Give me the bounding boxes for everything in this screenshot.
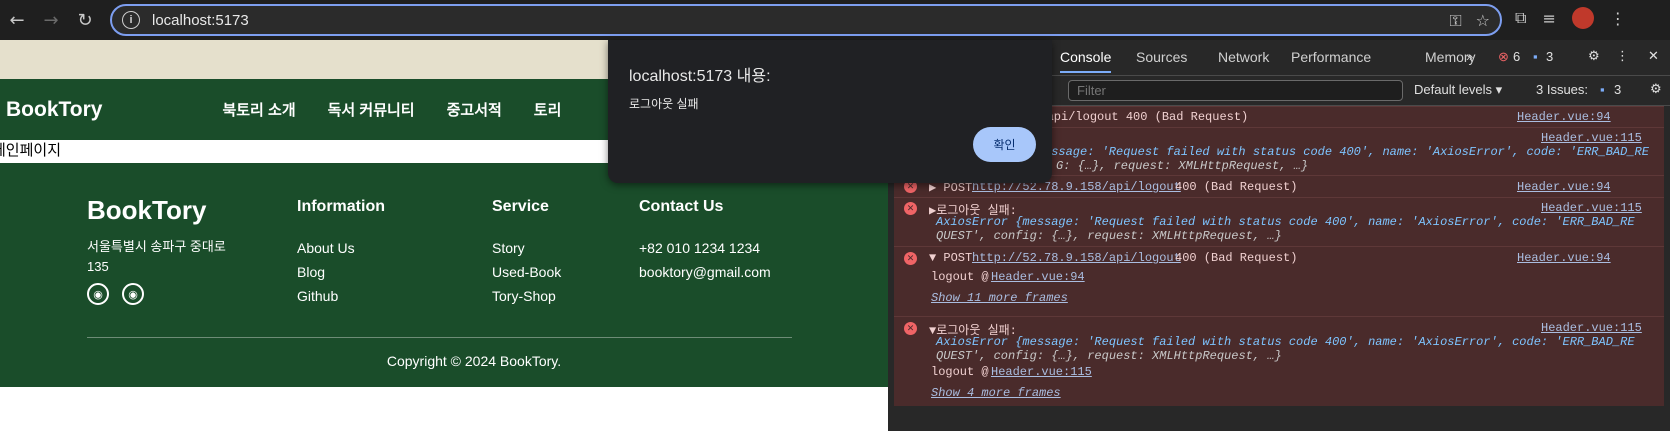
issues-badge-icon: ▪ (1600, 82, 1605, 97)
source-link[interactable]: Header.vue:94 (1517, 110, 1611, 124)
menu-item-about[interactable]: 북토리 소개 (222, 99, 295, 120)
copyright-text: Copyright © 2024 BookTory. (386, 353, 562, 369)
site-info-icon[interactable]: i (122, 11, 140, 29)
footer-col-title: Contact Us (639, 198, 724, 215)
console-row: ✕ ▶로그아웃 실패: Header.vue:115 AxiosError {m… (894, 197, 1664, 246)
devtools-menu-icon[interactable]: ⋮ (1616, 49, 1629, 64)
address-bar[interactable]: i localhost:5173 ⚿ ☆ (110, 4, 1502, 36)
request-url-link[interactable]: http://52.78.9.158/api/logout (972, 251, 1181, 265)
menu-kebab-icon[interactable]: ⋮ (1610, 9, 1626, 28)
error-icon: ✕ (904, 252, 917, 265)
media-icon[interactable]: ≡ (1542, 9, 1555, 28)
tab-performance[interactable]: Performance (1291, 49, 1371, 65)
profile-avatar[interactable] (1571, 7, 1594, 29)
github-icon[interactable]: ◉ (87, 283, 109, 305)
site-logo[interactable]: BookTory (6, 98, 102, 122)
tab-sources[interactable]: Sources (1136, 49, 1187, 65)
error-badge-icon: ⊗ (1498, 49, 1509, 64)
console-text: QUEST', config: {…}, request: XMLHttpReq… (936, 229, 1282, 243)
back-arrow-icon[interactable]: ← (4, 7, 30, 33)
console-filter-input[interactable] (1068, 80, 1403, 101)
console-text: AxiosError {message: 'Request failed wit… (936, 335, 1635, 349)
stack-frame: logout @ (931, 270, 989, 284)
message-badge-icon: ▪ (1533, 49, 1538, 64)
browser-toolbar: ← → ↻ i localhost:5173 ⚿ ☆ ⧉ ≡ ⋮ (0, 0, 1670, 40)
url-text[interactable]: localhost:5173 (152, 12, 249, 29)
alert-dialog: localhost:5173 내용: 로그아웃 실패 확인 (608, 40, 1052, 183)
bookmark-star-icon[interactable]: ☆ (1476, 11, 1490, 31)
source-link[interactable]: Header.vue:115 (1541, 321, 1642, 335)
tab-network[interactable]: Network (1218, 49, 1269, 65)
footer-col-title: Information (297, 198, 385, 215)
source-link[interactable]: Header.vue:94 (1517, 251, 1611, 265)
show-more-frames-link[interactable]: Show 11 more frames (931, 291, 1068, 305)
footer-divider (87, 337, 792, 338)
forward-arrow-icon[interactable]: → (38, 7, 64, 33)
footer-link[interactable]: Used-Book (492, 264, 561, 280)
console-text: QUEST', config: {…}, request: XMLHttpReq… (936, 349, 1282, 363)
tab-console[interactable]: Console (1060, 49, 1112, 73)
console-status: 400 (Bad Request) (1175, 251, 1298, 265)
console-row: ✕ ▼로그아웃 실패: Header.vue:115 AxiosError {m… (894, 316, 1664, 406)
settings-gear-icon[interactable]: ⚙ (1588, 49, 1600, 64)
stack-frame: logout @ (931, 365, 989, 379)
footer-link[interactable]: Tory-Shop (492, 288, 556, 304)
error-count[interactable]: 6 (1513, 49, 1520, 64)
footer-col-title: Service (492, 198, 549, 215)
more-tabs-icon[interactable]: » (1466, 49, 1473, 64)
console-method[interactable]: ▼ POST (929, 251, 972, 265)
footer-link[interactable]: Story (492, 240, 525, 256)
menu-item-tory[interactable]: 토리 (534, 99, 562, 120)
console-status: 400 (Bad Request) (1175, 180, 1298, 194)
stack-frame-link[interactable]: Header.vue:94 (991, 270, 1085, 284)
stack-frame-link[interactable]: Header.vue:115 (991, 365, 1092, 379)
menu-item-community[interactable]: 독서 커뮤니티 (328, 99, 415, 120)
error-icon: ✕ (904, 202, 917, 215)
site-footer: BookTory 서울특별시 송파구 중대로 135 ◉ ◉ Informati… (0, 163, 888, 387)
console-settings-icon[interactable]: ⚙ (1650, 82, 1662, 97)
footer-email[interactable]: booktory@gmail.com (639, 264, 771, 280)
source-link[interactable]: Header.vue:94 (1517, 180, 1611, 194)
extensions-icon[interactable]: ⧉ (1515, 8, 1526, 28)
close-icon[interactable]: ✕ (1648, 49, 1659, 64)
console-row: ✕ ▼ POST http://52.78.9.158/api/logout 4… (894, 246, 1664, 316)
reload-icon[interactable]: ↻ (72, 7, 98, 33)
log-levels-dropdown[interactable]: Default levels ▾ (1414, 82, 1502, 98)
footer-link[interactable]: About Us (297, 240, 355, 256)
error-icon: ✕ (904, 322, 917, 335)
footer-phone: +82 010 1234 1234 (639, 240, 761, 256)
footer-link[interactable]: Blog (297, 264, 325, 280)
footer-logo: BookTory (87, 195, 207, 225)
dialog-message: 로그아웃 실패 (629, 97, 699, 111)
footer-address: 서울특별시 송파구 중대로 135 (87, 239, 226, 274)
main-menu: 북토리 소개 독서 커뮤니티 중고서적 토리 (222, 99, 561, 120)
show-more-frames-link[interactable]: Show 4 more frames (931, 386, 1061, 400)
source-link[interactable]: Header.vue:115 (1541, 201, 1642, 215)
github-icon[interactable]: ◉ (122, 283, 144, 305)
key-icon[interactable]: ⚿ (1449, 11, 1461, 31)
source-link[interactable]: Header.vue:115 (1541, 131, 1642, 145)
footer-link[interactable]: Github (297, 288, 338, 304)
menu-item-used-books[interactable]: 중고서적 (447, 99, 502, 120)
console-text: G: {…}, request: XMLHttpRequest, …} (1056, 159, 1309, 173)
issues-label[interactable]: 3 Issues: (1536, 82, 1588, 97)
issues-count[interactable]: 3 (1614, 82, 1621, 97)
console-text: AxiosError {message: 'Request failed wit… (936, 215, 1635, 229)
console-text: essage: 'Request failed with status code… (1044, 145, 1649, 159)
dialog-title: localhost:5173 내용: (629, 68, 771, 85)
message-count[interactable]: 3 (1546, 49, 1553, 64)
ok-button[interactable]: 확인 (973, 127, 1036, 162)
